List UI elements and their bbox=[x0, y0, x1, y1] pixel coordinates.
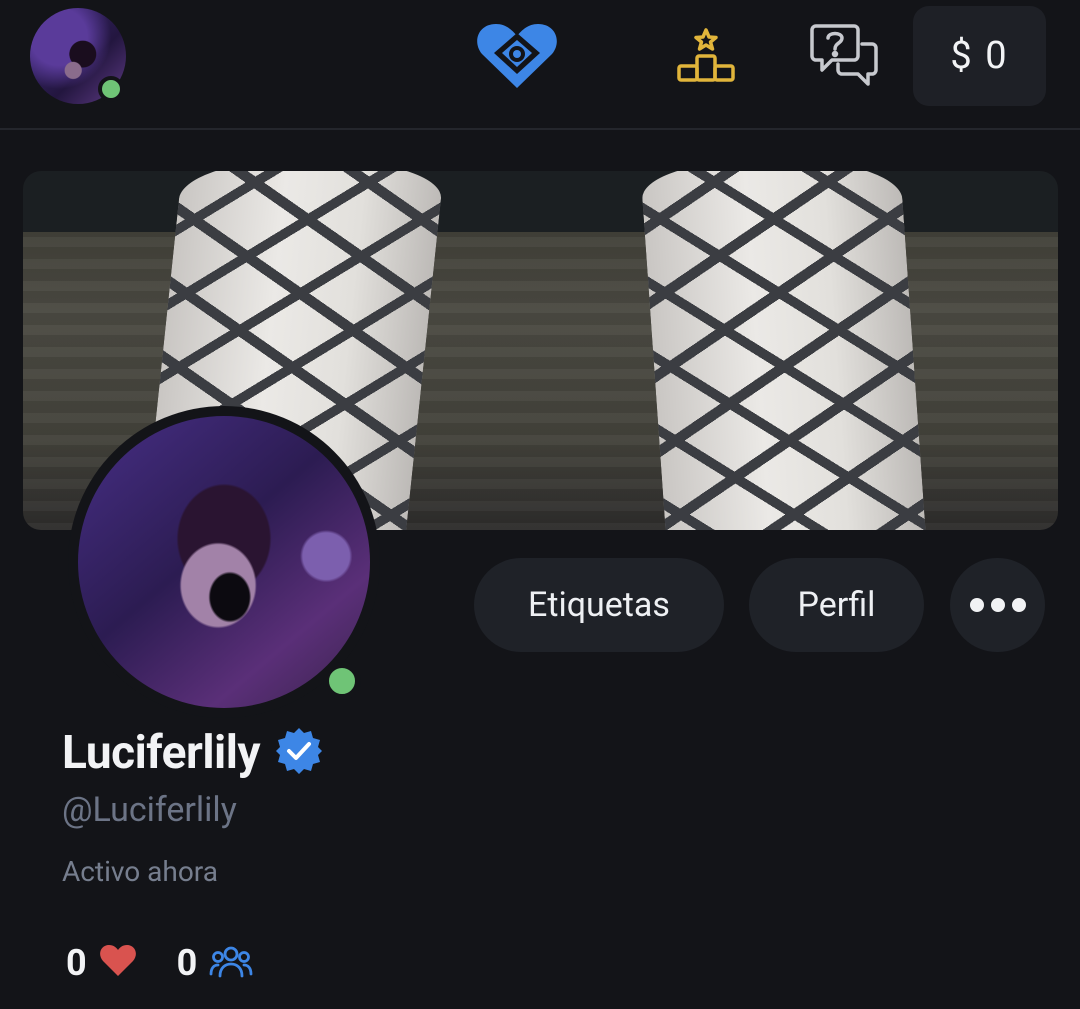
followers-icon bbox=[209, 944, 253, 982]
verified-badge-icon bbox=[274, 726, 324, 780]
online-status-dot bbox=[323, 662, 361, 700]
profile-avatar[interactable] bbox=[78, 416, 370, 708]
online-status-dot bbox=[98, 76, 124, 102]
user-handle: @Luciferlily bbox=[62, 790, 237, 830]
activity-status: Activo ahora bbox=[62, 855, 218, 888]
heart-icon bbox=[99, 944, 137, 982]
wallet-balance-button[interactable]: $ 0 bbox=[913, 6, 1046, 106]
profile-stats: 0 0 bbox=[66, 942, 293, 984]
tags-button[interactable]: Etiquetas bbox=[474, 558, 724, 652]
followers-stat[interactable]: 0 bbox=[177, 942, 254, 984]
banner-photo-right bbox=[639, 171, 927, 530]
profile-button-label: Perfil bbox=[797, 585, 876, 625]
profile-button[interactable]: Perfil bbox=[749, 558, 924, 652]
name-row: Luciferlily bbox=[62, 726, 324, 780]
tags-button-label: Etiquetas bbox=[528, 585, 670, 625]
leaderboard-icon[interactable] bbox=[676, 26, 736, 86]
more-options-button[interactable] bbox=[950, 558, 1045, 652]
wallet-balance-label: $ 0 bbox=[950, 34, 1009, 78]
followers-count: 0 bbox=[176, 942, 198, 984]
display-name: Luciferlily bbox=[62, 726, 261, 780]
likes-stat[interactable]: 0 bbox=[66, 942, 137, 984]
heart-logo-icon[interactable] bbox=[474, 20, 560, 92]
likes-count: 0 bbox=[66, 942, 87, 984]
more-dots-icon bbox=[969, 598, 1026, 612]
chat-questions-icon[interactable] bbox=[810, 22, 880, 88]
top-nav: $ 0 bbox=[0, 0, 1080, 130]
